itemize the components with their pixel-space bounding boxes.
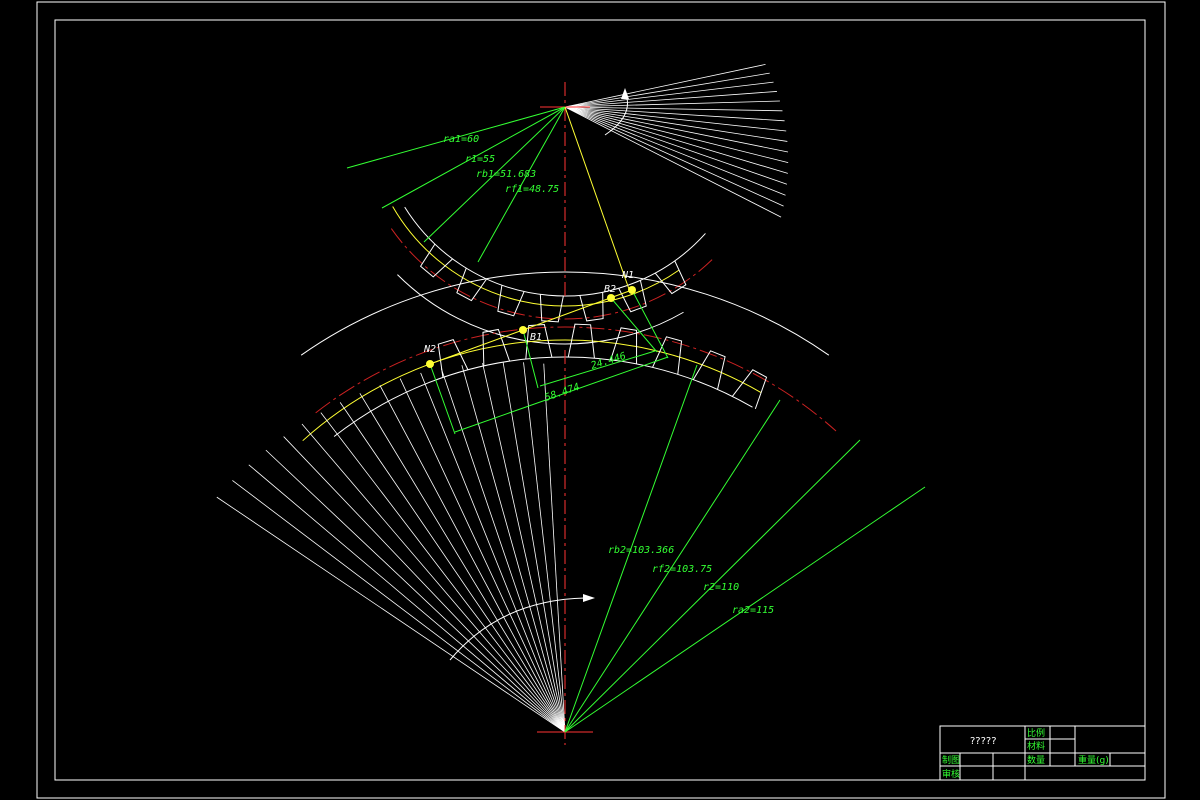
gear-tooth — [692, 350, 726, 390]
gear-root-arc — [333, 356, 753, 437]
gear-fan-line — [301, 423, 566, 733]
gear-fan-line — [399, 378, 566, 733]
gear-fan-line — [265, 449, 566, 733]
title-block-scale: 比例 — [1027, 727, 1045, 739]
pinion-tooth — [654, 260, 687, 295]
label-n2: N2 — [423, 344, 436, 355]
pinion-fan-line — [564, 91, 777, 108]
pinion-fan-line — [564, 63, 766, 108]
gear-base-circle — [302, 339, 762, 442]
gear-fan-line — [543, 363, 566, 733]
dim-rb1: rb1=51.683 — [476, 169, 536, 180]
dim-rf2: rf2=103.75 — [652, 564, 712, 575]
dim-length-long: 58.474 — [543, 382, 581, 404]
gear-fan-line — [461, 365, 566, 733]
gear-fan-line — [248, 464, 566, 733]
pinion-radius-dimensions: ra1=60 r1=55 rb1=51.683 rf1=48.75 — [346, 106, 566, 263]
title-block-weight: 重量(g) — [1078, 754, 1109, 766]
dim-r1: r1=55 — [465, 154, 495, 165]
dim-ra1: ra1=60 — [443, 134, 479, 145]
label-b1: B1 — [530, 332, 542, 343]
dim-ra2: ra2=115 — [732, 605, 774, 616]
pinion-tooth — [456, 267, 488, 302]
gear-tooth — [731, 369, 768, 410]
pinion-fan-line — [564, 106, 786, 196]
gear-fan-line — [216, 496, 566, 733]
gear-geometry — [216, 63, 837, 733]
point-n2 — [426, 360, 434, 368]
pinion-fan-line — [564, 106, 784, 207]
title-block-drawn: 制图 — [942, 754, 960, 766]
point-n1 — [628, 286, 636, 294]
label-n1: N1 — [621, 270, 634, 281]
point-b1 — [519, 326, 527, 334]
label-b2: B2 — [604, 284, 616, 295]
title-block-title: ????? — [970, 736, 997, 747]
pinion-root-arc — [404, 206, 706, 297]
gear-center-mark — [537, 350, 593, 745]
pinion-fan-line — [564, 106, 789, 164]
pinion-tooth — [618, 280, 647, 313]
gear-meshing-drawing: ra1=60 r1=55 rb1=51.683 rf1=48.75 rb2=10… — [36, 1, 1166, 799]
dim-length-short: 24.446 — [590, 351, 628, 372]
inner-border — [54, 19, 1146, 781]
dim-rf1: rf1=48.75 — [505, 184, 559, 195]
gear-fan-line — [359, 393, 566, 733]
dim-r2: r2=110 — [703, 582, 739, 593]
title-block-material: 材料 — [1027, 740, 1045, 752]
gear-fan-line — [320, 412, 566, 733]
gear-fan-line — [440, 368, 566, 733]
pinion-fan-line — [564, 81, 774, 108]
dim-rb2: rb2=103.366 — [608, 545, 674, 556]
gear-radius-dimensions: rb2=103.366 rf2=103.75 r2=110 ra2=115 — [564, 364, 926, 733]
title-block-quantity: 数量 — [1027, 754, 1045, 766]
gear-fan-line — [523, 362, 566, 733]
gear-fan-line — [232, 480, 566, 733]
gear-fan-line — [379, 385, 566, 733]
pinion-tooth — [497, 285, 525, 317]
point-b2 — [607, 294, 615, 302]
title-block-checked: 审核 — [942, 768, 960, 780]
